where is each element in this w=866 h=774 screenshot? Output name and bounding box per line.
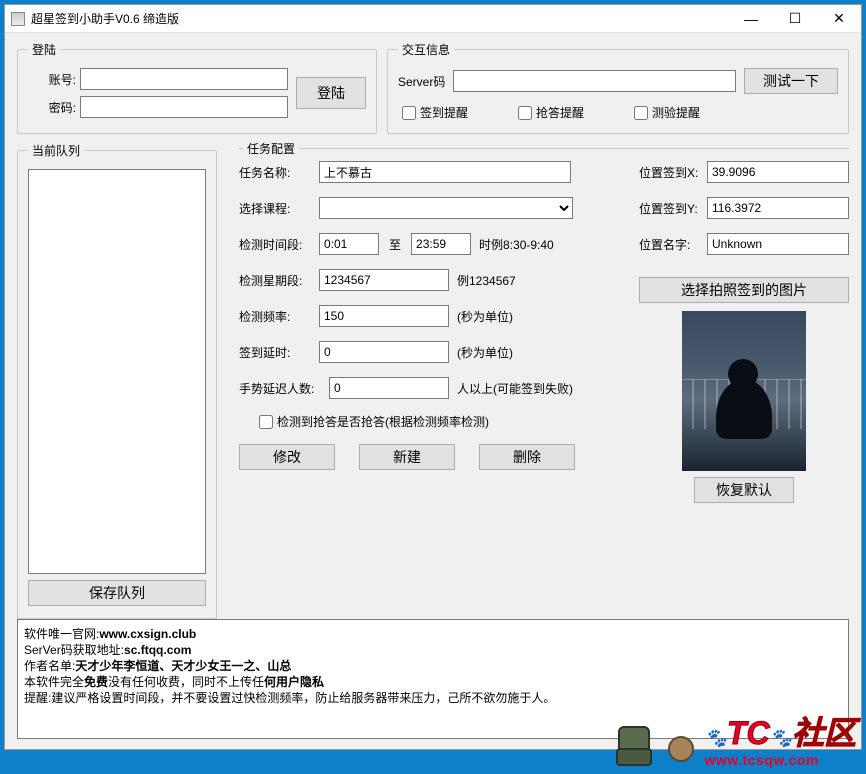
freq-input[interactable] xyxy=(319,305,449,327)
queue-list[interactable] xyxy=(28,169,206,574)
login-legend: 登陆 xyxy=(28,41,60,58)
freq-label: 检测频率: xyxy=(239,308,319,325)
test-reminder-check[interactable]: 测验提醒 xyxy=(634,104,700,121)
minimize-button[interactable]: — xyxy=(729,5,773,33)
task-name-input[interactable] xyxy=(319,161,571,183)
gesture-input[interactable] xyxy=(329,377,449,399)
quiz-detect-check[interactable]: 检测到抢答是否抢答(根据检测频率检测) xyxy=(259,413,489,430)
window-controls: — ☐ ✕ xyxy=(729,5,861,33)
gesture-label: 手势延迟人数: xyxy=(239,380,329,397)
quiz-reminder-check[interactable]: 抢答提醒 xyxy=(518,104,584,121)
time-range-label: 检测时间段: xyxy=(239,236,319,253)
signin-reminder-check[interactable]: 签到提醒 xyxy=(402,104,468,121)
course-select[interactable] xyxy=(319,197,573,219)
app-icon xyxy=(11,12,25,26)
account-input[interactable] xyxy=(80,68,288,90)
close-button[interactable]: ✕ xyxy=(817,5,861,33)
account-label: 账号: xyxy=(28,71,76,88)
save-queue-button[interactable]: 保存队列 xyxy=(28,580,206,606)
modify-button[interactable]: 修改 xyxy=(239,444,335,470)
robot-icon xyxy=(608,718,658,768)
restore-default-button[interactable]: 恢复默认 xyxy=(694,477,794,503)
freq-hint: (秒为单位) xyxy=(457,308,513,325)
server-label: Server码 xyxy=(398,73,445,90)
login-group: 登陆 账号: 密码: 登陆 xyxy=(17,41,377,134)
interaction-group: 交互信息 Server码 测试一下 签到提醒 抢答提醒 xyxy=(387,41,849,134)
window-title: 超星签到小助手V0.6 缔造版 xyxy=(31,10,729,27)
pick-photo-button[interactable]: 选择拍照签到的图片 xyxy=(639,277,849,303)
server-input[interactable] xyxy=(453,70,736,92)
interaction-legend: 交互信息 xyxy=(398,41,454,58)
content-area: 登陆 账号: 密码: 登陆 交互信 xyxy=(5,33,861,749)
watermark-brand: 🐾TC🐾社区 xyxy=(704,719,856,752)
test-button[interactable]: 测试一下 xyxy=(744,68,838,94)
week-hint: 例1234567 xyxy=(457,272,516,289)
time-hint: 时例8:30-9:40 xyxy=(479,236,554,253)
cat-icon xyxy=(662,730,700,768)
watermark: 🐾TC🐾社区 www.tcsqw.com xyxy=(608,718,856,768)
app-window: 超星签到小助手V0.6 缔造版 — ☐ ✕ 登陆 账号: 密码: xyxy=(4,4,862,750)
delay-input[interactable] xyxy=(319,341,449,363)
time-to-label: 至 xyxy=(389,236,401,253)
delay-hint: (秒为单位) xyxy=(457,344,513,361)
gesture-hint: 人以上(可能签到失败) xyxy=(457,380,573,397)
time-from-input[interactable] xyxy=(319,233,379,255)
loc-x-input[interactable] xyxy=(707,161,849,183)
task-name-label: 任务名称: xyxy=(239,164,319,181)
new-button[interactable]: 新建 xyxy=(359,444,455,470)
course-label: 选择课程: xyxy=(239,200,319,217)
week-input[interactable] xyxy=(319,269,449,291)
queue-legend: 当前队列 xyxy=(28,142,84,159)
photo-preview xyxy=(682,311,806,471)
loc-x-label: 位置签到X: xyxy=(639,164,707,181)
task-group: 任务配置 任务名称: 选择课程: 检测时间段: xyxy=(227,142,849,619)
login-button[interactable]: 登陆 xyxy=(296,77,366,109)
quiz-detect-checkbox[interactable] xyxy=(259,415,273,429)
test-reminder-checkbox[interactable] xyxy=(634,106,648,120)
titlebar: 超星签到小助手V0.6 缔造版 — ☐ ✕ xyxy=(5,5,861,33)
time-to-input[interactable] xyxy=(411,233,471,255)
maximize-button[interactable]: ☐ xyxy=(773,5,817,33)
week-label: 检测星期段: xyxy=(239,272,319,289)
task-legend: 任务配置 xyxy=(243,140,299,157)
quiz-reminder-checkbox[interactable] xyxy=(518,106,532,120)
loc-y-label: 位置签到Y: xyxy=(639,200,707,217)
loc-name-input[interactable] xyxy=(707,233,849,255)
delete-button[interactable]: 删除 xyxy=(479,444,575,470)
password-label: 密码: xyxy=(28,99,76,116)
signin-reminder-checkbox[interactable] xyxy=(402,106,416,120)
loc-name-label: 位置名字: xyxy=(639,236,707,253)
password-input[interactable] xyxy=(80,96,288,118)
queue-group: 当前队列 保存队列 xyxy=(17,142,217,619)
watermark-url: www.tcsqw.com xyxy=(704,752,818,768)
delay-label: 签到延时: xyxy=(239,344,319,361)
loc-y-input[interactable] xyxy=(707,197,849,219)
